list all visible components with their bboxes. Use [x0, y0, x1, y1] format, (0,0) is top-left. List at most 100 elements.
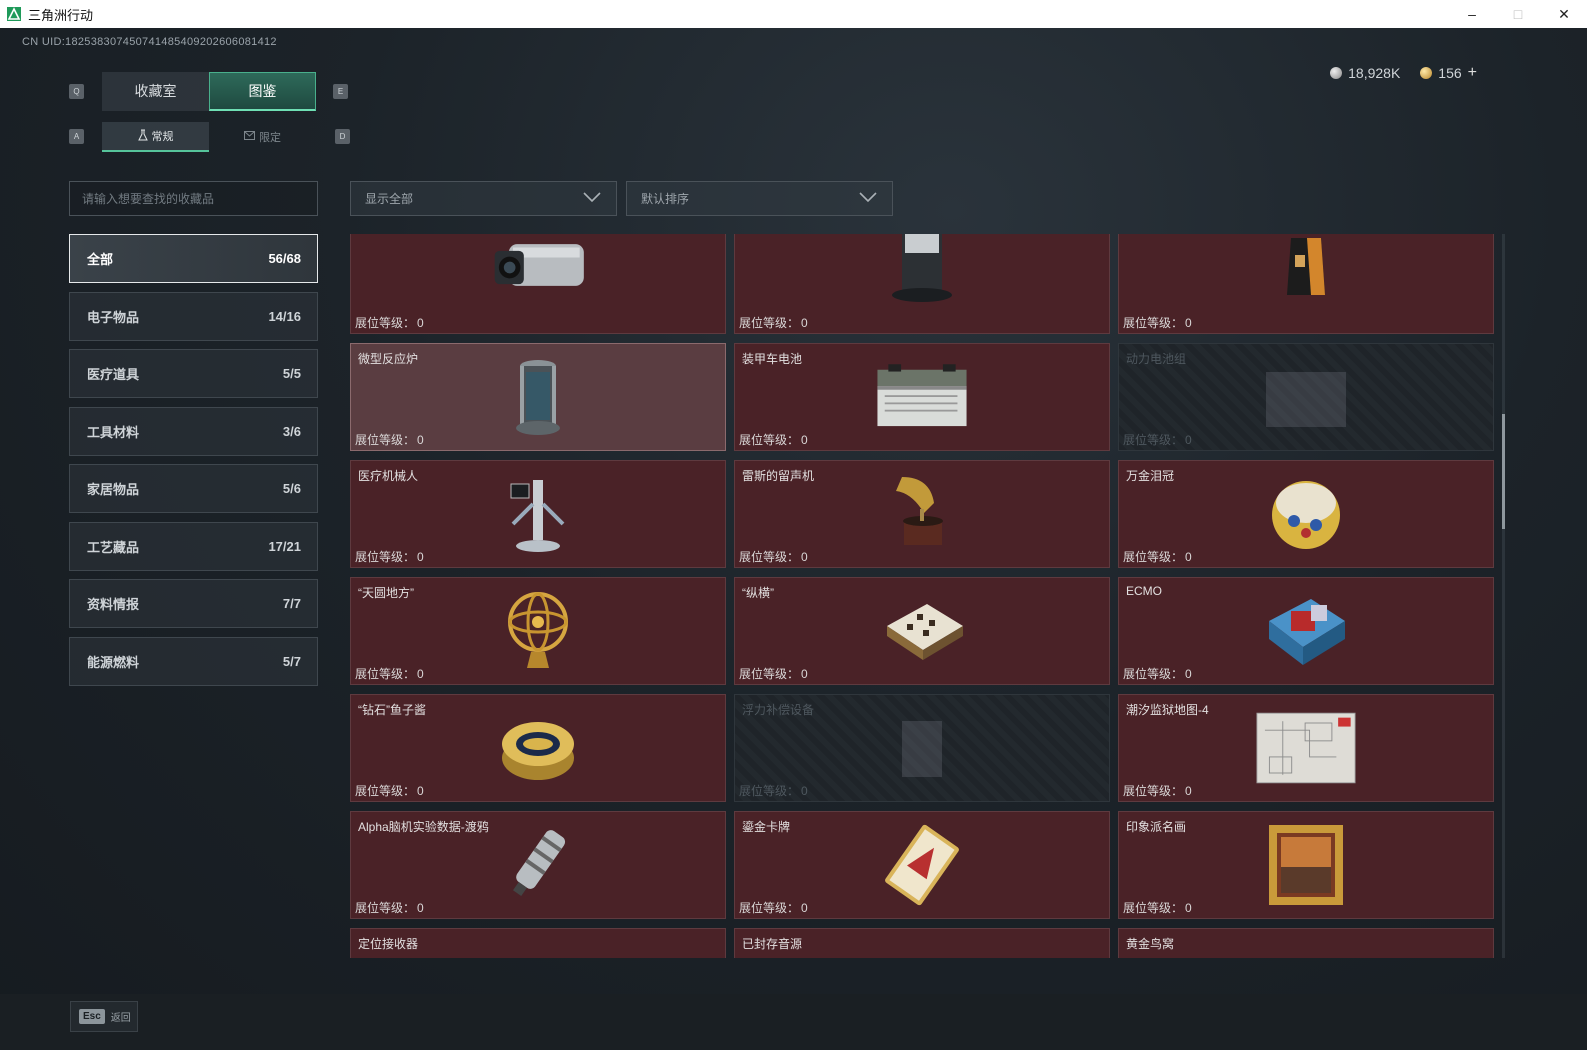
reactor-icon	[488, 357, 588, 437]
display-filter-dropdown[interactable]: 显示全部	[350, 181, 617, 216]
gramophone-icon	[872, 474, 972, 554]
card-name: 装甲车电池	[742, 352, 803, 366]
category-medical[interactable]: 医疗道具 5/5	[69, 349, 318, 398]
card-name: 黄金鸟窝	[1126, 937, 1175, 951]
collection-card[interactable]: 展位等级： 0	[1118, 234, 1494, 334]
collection-card[interactable]: “天圆地方” 展位等级： 0	[350, 577, 726, 685]
search-input[interactable]	[69, 181, 318, 216]
category-count: 5/7	[282, 653, 301, 669]
collection-card[interactable]: 雷斯的留声机 展位等级： 0	[734, 460, 1110, 568]
currency-bar: 18,928K 156 +	[1330, 64, 1477, 82]
category-crafts[interactable]: 工艺藏品 17/21	[69, 521, 318, 571]
collection-card[interactable]: 万金泪冠 展位等级： 0	[1118, 460, 1494, 568]
card-level: 展位等级： 0	[1123, 433, 1192, 447]
collection-card[interactable]: 浮力补偿设备 展位等级： 0	[734, 694, 1110, 802]
silver-coin-icon	[1330, 67, 1343, 79]
category-label: 能源燃料	[87, 654, 140, 670]
card-name: 定位接收器	[358, 937, 419, 951]
display-filter-value: 显示全部	[365, 192, 414, 206]
collection-card[interactable]: 微型反应炉 展位等级： 0	[350, 343, 726, 451]
envelope-icon	[244, 131, 255, 143]
collection-card[interactable]: “纵横” 展位等级： 0	[734, 577, 1110, 685]
subtab-regular[interactable]: 常规	[102, 122, 209, 152]
armillary-sphere-icon	[488, 591, 588, 671]
buoyancy-device-icon	[872, 708, 972, 788]
grid-scrollbar[interactable]	[1502, 234, 1505, 958]
map-icon	[1256, 708, 1356, 788]
collection-card[interactable]: 动力电池组 展位等级： 0	[1118, 343, 1494, 451]
bottom-bar	[0, 994, 1587, 1050]
category-label: 工艺藏品	[87, 539, 140, 555]
collection-grid: 展位等级： 0 展位等级： 0 展位等级： 0 微型反应炉 展位等级： 0 装甲车电池	[350, 234, 1496, 958]
back-button[interactable]: Esc 返回	[70, 1001, 138, 1032]
add-currency-button[interactable]: +	[1468, 64, 1477, 82]
sort-dropdown[interactable]: 默认排序	[626, 181, 893, 216]
category-all[interactable]: 全部 56/68	[69, 234, 318, 283]
category-count: 5/5	[282, 366, 301, 381]
subtab-limited-label: 限定	[259, 132, 281, 144]
collection-card[interactable]: 装甲车电池 展位等级： 0	[734, 343, 1110, 451]
collection-card[interactable]: 印象派名画 展位等级： 0	[1118, 811, 1494, 919]
window-title: 三角洲行动	[28, 7, 94, 23]
category-count: 17/21	[268, 538, 301, 554]
caviar-tin-icon	[488, 708, 588, 788]
data-drive-icon	[488, 825, 588, 905]
card-name: 潮汐监狱地图-4	[1126, 703, 1209, 717]
card-level: 展位等级： 0	[1123, 784, 1192, 798]
battery-pack-icon	[1256, 357, 1356, 437]
key-hint-e: E	[333, 84, 348, 99]
card-level: 展位等级： 0	[739, 433, 808, 447]
card-name: 医疗机械人	[358, 469, 419, 483]
collection-card[interactable]: 鎏金卡牌 展位等级： 0	[734, 811, 1110, 919]
card-level: 展位等级： 0	[355, 316, 424, 330]
category-label: 家居物品	[87, 482, 140, 497]
card-name: Alpha脑机实验数据-渡鸦	[358, 820, 489, 834]
collection-card[interactable]: 潮汐监狱地图-4 展位等级： 0	[1118, 694, 1494, 802]
card-level: 展位等级： 0	[1123, 550, 1192, 564]
category-energy[interactable]: 能源燃料 5/7	[69, 636, 318, 686]
tab-collection-room[interactable]: 收藏室	[102, 72, 209, 111]
card-level: 展位等级： 0	[355, 550, 424, 564]
camera-icon	[488, 234, 588, 305]
card-name: 万金泪冠	[1126, 469, 1175, 483]
sort-value: 默认排序	[641, 192, 690, 206]
card-name: “纵横”	[742, 586, 774, 600]
gold-currency: 156 +	[1420, 64, 1477, 82]
collection-card[interactable]: Alpha脑机实验数据-渡鸦 展位等级： 0	[350, 811, 726, 919]
maximize-icon[interactable]: □	[1495, 0, 1541, 28]
key-hint-a: A	[69, 129, 84, 144]
category-tools[interactable]: 工具材料 3/6	[69, 406, 318, 456]
close-icon[interactable]: ✕	[1541, 0, 1587, 28]
category-intel[interactable]: 资料情报 7/7	[69, 579, 318, 628]
category-household[interactable]: 家居物品 5/6	[69, 464, 318, 513]
silver-amount: 18,928K	[1348, 65, 1401, 81]
card-level: 展位等级： 0	[1123, 667, 1192, 681]
card-level: 展位等级： 0	[739, 316, 808, 330]
card-name: 微型反应炉	[358, 352, 419, 366]
collection-card[interactable]: 医疗机械人 展位等级： 0	[350, 460, 726, 568]
collection-card[interactable]: ECMO 展位等级： 0	[1118, 577, 1494, 685]
chevron-down-icon	[858, 190, 878, 207]
minimize-icon[interactable]: –	[1449, 0, 1495, 28]
collection-card[interactable]: “钻石”鱼子酱 展位等级： 0	[350, 694, 726, 802]
coffee-bag-icon	[1256, 234, 1356, 305]
collection-card[interactable]: 展位等级： 0	[734, 234, 1110, 334]
category-electronics[interactable]: 电子物品 14/16	[69, 291, 318, 341]
card-name: “钻石”鱼子酱	[358, 703, 426, 717]
ecmo-machine-icon	[1256, 591, 1356, 671]
card-name: 动力电池组	[1126, 352, 1187, 366]
category-label: 资料情报	[87, 597, 140, 612]
card-name: 印象派名画	[1126, 820, 1187, 834]
medical-robot-icon	[488, 474, 588, 554]
gold-amount: 156	[1438, 65, 1462, 81]
collection-card[interactable]: 定位接收器 展位等级：	[350, 928, 726, 958]
collection-card[interactable]: 黄金鸟窝 展位等级：	[1118, 928, 1494, 958]
tab-catalog[interactable]: 图鉴	[209, 72, 316, 111]
collection-card[interactable]: 已封存音源 展位等级：	[734, 928, 1110, 958]
subtab-limited[interactable]: 限定	[209, 122, 316, 152]
scroll-thumb[interactable]	[1502, 414, 1505, 529]
collection-card[interactable]: 展位等级： 0	[350, 234, 726, 334]
card-name: 雷斯的留声机	[742, 469, 815, 483]
key-hint-d: D	[335, 129, 350, 144]
battery-icon	[872, 357, 972, 437]
